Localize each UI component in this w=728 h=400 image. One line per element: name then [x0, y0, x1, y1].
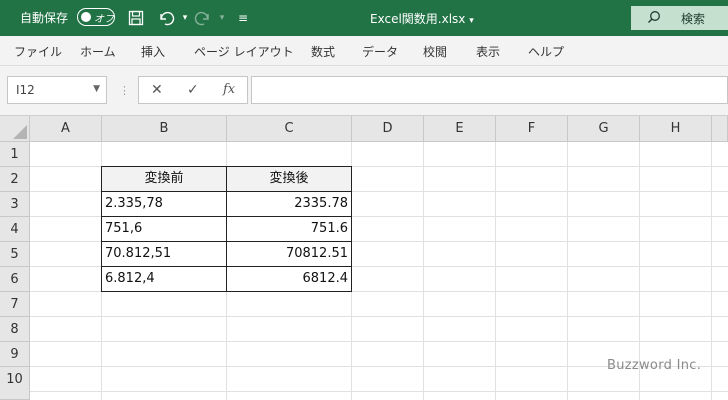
- gridline: [495, 142, 496, 400]
- search-icon: [647, 10, 661, 28]
- column-header-c[interactable]: C: [227, 116, 352, 142]
- row-header-2[interactable]: 2: [0, 167, 30, 192]
- chevron-down-icon: ▼: [93, 84, 100, 94]
- column-header-i[interactable]: [712, 116, 728, 142]
- table-border: [101, 241, 352, 242]
- formula-buttons: ✕ ✓ fx: [138, 76, 248, 104]
- autosave-state: オフ: [94, 14, 114, 25]
- table-border: [226, 166, 227, 292]
- row-header-9[interactable]: 9: [0, 342, 30, 367]
- document-name: Excel関数用.xlsx: [370, 12, 466, 26]
- insert-function-icon[interactable]: fx: [223, 82, 235, 97]
- row-header-6[interactable]: 6: [0, 267, 30, 292]
- column-header-a[interactable]: A: [30, 116, 102, 142]
- row-header-4[interactable]: 4: [0, 217, 30, 242]
- table-border: [101, 216, 352, 217]
- select-all-button[interactable]: [0, 116, 30, 142]
- save-icon[interactable]: [126, 8, 146, 28]
- enter-icon[interactable]: ✓: [187, 82, 199, 98]
- name-box-value: I12: [16, 83, 35, 97]
- cancel-icon[interactable]: ✕: [151, 82, 163, 98]
- tab-help[interactable]: ヘルプ: [528, 43, 564, 60]
- watermark: Buzzword Inc.: [607, 358, 702, 373]
- tab-data[interactable]: データ: [362, 43, 398, 60]
- undo-icon[interactable]: [156, 8, 176, 28]
- tab-formulas[interactable]: 数式: [311, 43, 335, 60]
- table-border: [101, 266, 352, 267]
- gridline: [567, 142, 568, 400]
- tab-page-layout[interactable]: ページ レイアウト: [194, 43, 294, 60]
- search-label: 検索: [681, 12, 706, 26]
- ribbon-tabs: ファイル ホーム 挿入 ページ レイアウト 数式 データ 校閲 表示 ヘルプ: [0, 36, 728, 66]
- column-header-g[interactable]: G: [568, 116, 640, 142]
- column-header-h[interactable]: H: [640, 116, 712, 142]
- title-bar: 自動保存 オフ ▾ ▾ ≡ Excel関数用.xlsx ▾ 検索: [0, 0, 728, 36]
- select-all-icon: [13, 125, 27, 139]
- gridline: [30, 391, 728, 392]
- formula-input[interactable]: [251, 76, 728, 104]
- redo-icon: [193, 8, 213, 28]
- tab-insert[interactable]: 挿入: [141, 43, 165, 60]
- drag-handle-icon[interactable]: ⋮: [119, 84, 130, 97]
- column-header-b[interactable]: B: [102, 116, 227, 142]
- row-header-8[interactable]: 8: [0, 317, 30, 342]
- tab-file[interactable]: ファイル: [14, 43, 62, 60]
- row-header-5[interactable]: 5: [0, 242, 30, 267]
- document-title[interactable]: Excel関数用.xlsx ▾: [370, 10, 474, 27]
- formula-bar: I12 ▼ ⋮ ✕ ✓ fx: [0, 66, 728, 116]
- row-header-3[interactable]: 3: [0, 192, 30, 217]
- gridline: [30, 316, 728, 317]
- autosave-label: 自動保存: [20, 11, 69, 25]
- table-border: [101, 191, 352, 192]
- column-header-e[interactable]: E: [424, 116, 496, 142]
- search-box[interactable]: 検索: [631, 6, 728, 30]
- tab-view[interactable]: 表示: [476, 43, 500, 60]
- gridline: [711, 142, 712, 400]
- toggle-knob: [81, 11, 91, 22]
- row-header-10[interactable]: 10: [0, 367, 30, 400]
- customize-toolbar-icon[interactable]: ≡: [233, 8, 253, 28]
- tab-review[interactable]: 校閲: [423, 43, 447, 60]
- row-header-1[interactable]: 1: [0, 142, 30, 167]
- row-header-7[interactable]: 7: [0, 292, 30, 317]
- column-header-f[interactable]: F: [496, 116, 568, 142]
- tab-home[interactable]: ホーム: [80, 43, 116, 60]
- chevron-down-icon: ▾: [469, 16, 474, 26]
- column-header-d[interactable]: D: [352, 116, 424, 142]
- autosave-toggle[interactable]: オフ: [77, 8, 115, 26]
- undo-dropdown-icon[interactable]: ▾: [175, 8, 195, 28]
- gridline: [423, 142, 424, 400]
- name-box[interactable]: I12 ▼: [7, 76, 107, 104]
- redo-dropdown-icon: ▾: [219, 13, 225, 23]
- gridline: [30, 341, 728, 342]
